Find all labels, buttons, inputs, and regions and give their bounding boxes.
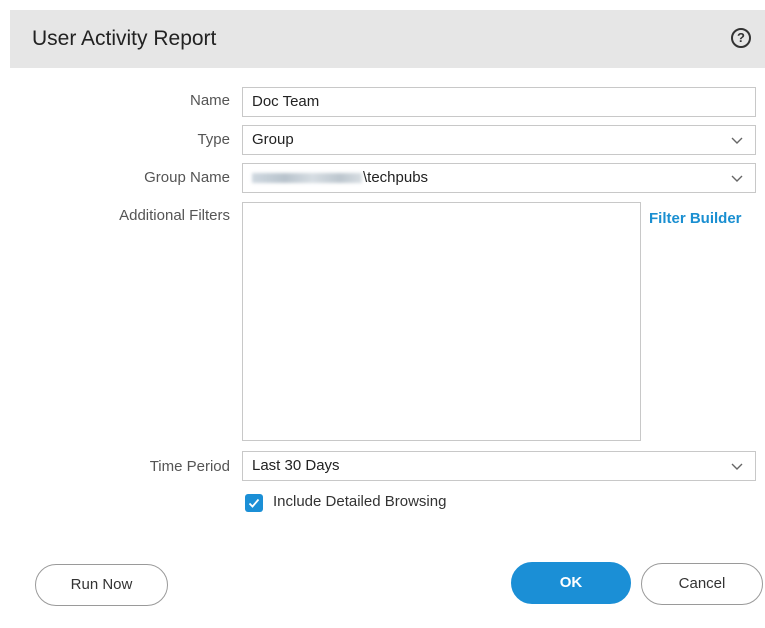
time-period-select[interactable]: Last 30 Days <box>242 451 756 481</box>
filter-builder-link[interactable]: Filter Builder <box>649 210 742 227</box>
time-period-label: Time Period <box>149 458 230 475</box>
dialog-titlebar: User Activity Report ? <box>10 10 765 68</box>
cancel-button[interactable]: Cancel <box>641 563 763 605</box>
include-detailed-browsing-label: Include Detailed Browsing <box>273 493 447 510</box>
group-name-suffix: \techpubs <box>363 169 429 186</box>
run-now-button[interactable]: Run Now <box>35 564 168 606</box>
chevron-down-icon <box>731 175 743 182</box>
name-label: Name <box>189 92 230 109</box>
help-icon[interactable]: ? <box>731 28 751 48</box>
group-name-label: Group Name <box>144 169 230 186</box>
group-name-select[interactable]: \techpubs <box>242 163 756 193</box>
type-label: Type <box>197 131 230 148</box>
type-select-value: Group <box>252 131 294 148</box>
additional-filters-textarea[interactable] <box>242 202 641 441</box>
time-period-value: Last 30 Days <box>252 457 340 474</box>
group-name-value: \techpubs <box>252 169 428 186</box>
name-input[interactable]: Doc Team <box>242 87 756 117</box>
ok-button[interactable]: OK <box>511 562 631 604</box>
checkmark-icon <box>248 498 260 508</box>
chevron-down-icon <box>731 137 743 144</box>
include-detailed-browsing-checkbox[interactable] <box>245 494 263 512</box>
dialog-title: User Activity Report <box>32 27 217 50</box>
redacted-domain <box>252 173 362 184</box>
chevron-down-icon <box>731 463 743 470</box>
name-input-value: Doc Team <box>252 93 320 110</box>
additional-filters-label: Additional Filters <box>119 207 230 224</box>
type-select[interactable]: Group <box>242 125 756 155</box>
